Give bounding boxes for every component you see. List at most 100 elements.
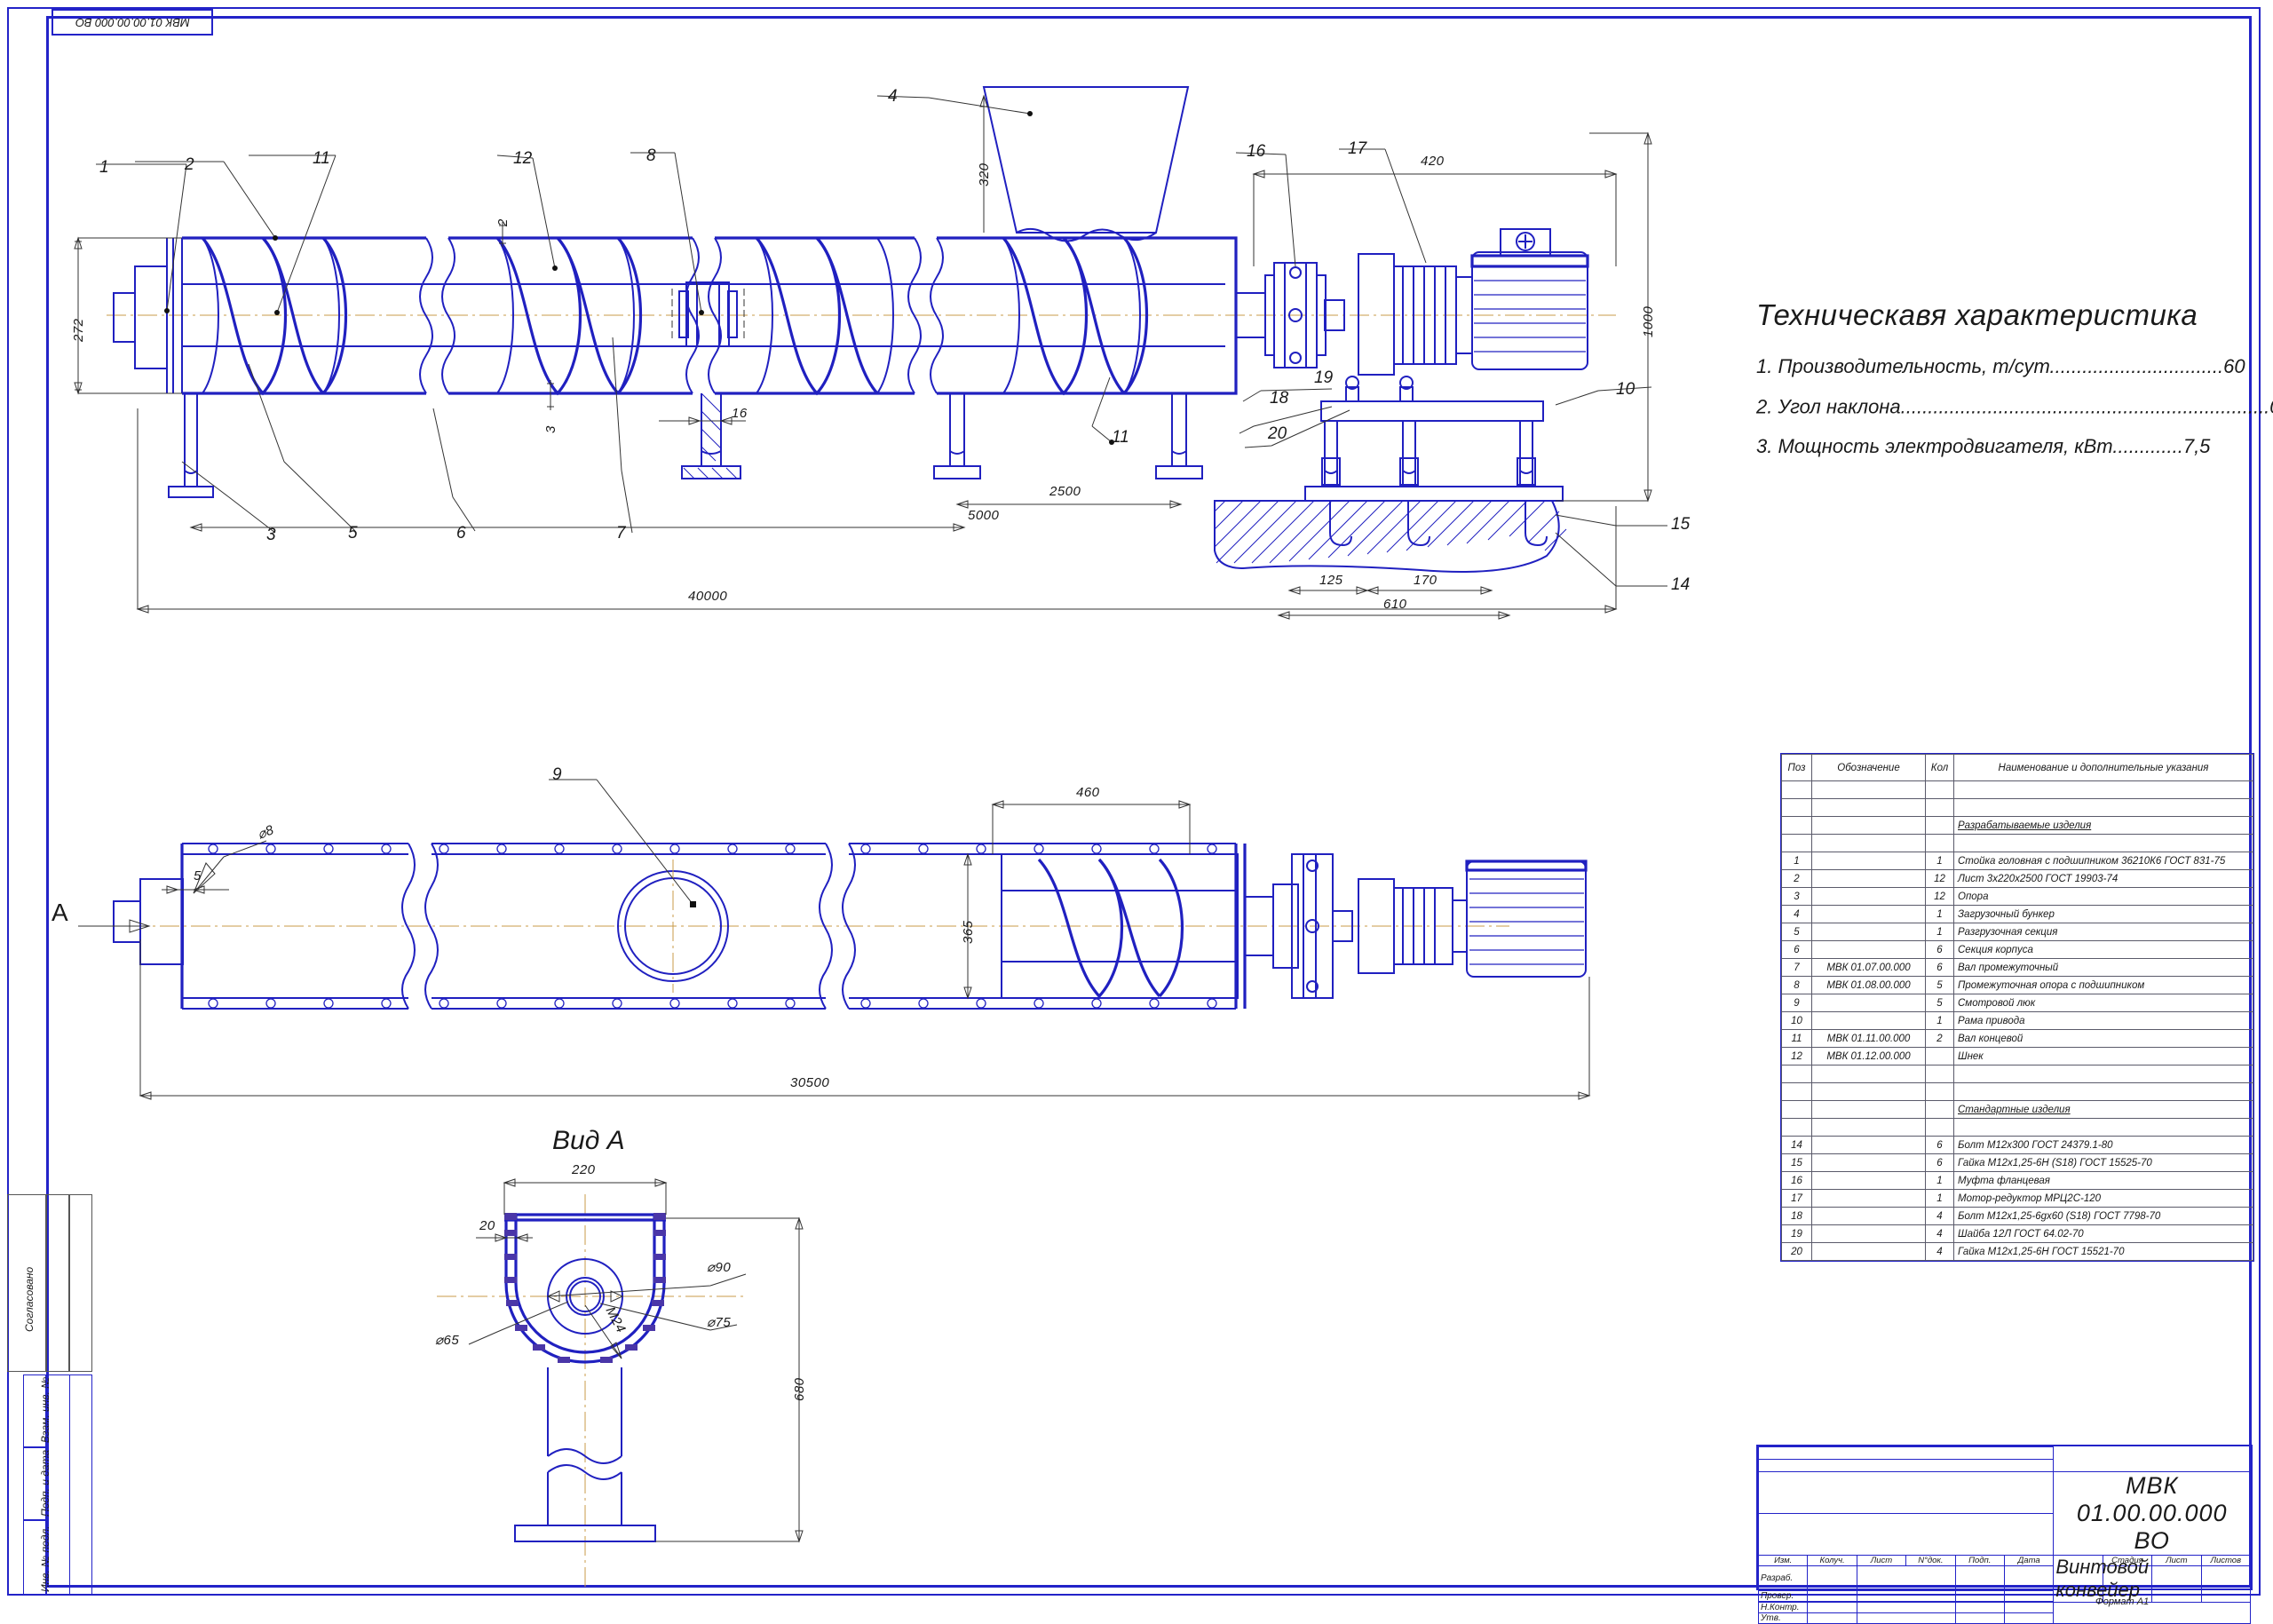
spec-cell-qty — [1925, 816, 1954, 835]
spec-cell-qty — [1925, 1065, 1954, 1083]
spec-header-pos: Поз — [1781, 754, 1812, 781]
spec-cell-pos — [1781, 1118, 1812, 1137]
tb-product-name: Винтовой конвейер — [2053, 1555, 2149, 1603]
tb-prover-sign[interactable] — [1856, 1590, 1956, 1602]
specification-table: Поз Обозначение Кол Наименование и допол… — [1780, 753, 2254, 1262]
spec-cell-designation — [1811, 1065, 1926, 1083]
tech-spec-title: Техническавя характеристика — [1756, 298, 2198, 331]
spec-table-row: 4 1 Загрузочный бункер — [1781, 905, 2253, 923]
spec-table-row: 20 4 Гайка М12х1,25-6Н ГОСТ 15521-70 — [1781, 1242, 2253, 1261]
spec-cell-qty: 12 — [1925, 869, 1954, 888]
tb-sheet-hdr: Лист — [2151, 1555, 2202, 1566]
spec-cell-pos: 17 — [1781, 1189, 1812, 1208]
tech-spec-1-dots: ................................ — [2049, 355, 2224, 377]
tech-spec-2-dots: ........................................… — [1900, 395, 2270, 418]
spec-cell-name: Разгрузочная секция — [1953, 923, 2253, 941]
spec-cell-pos: 4 — [1781, 905, 1812, 923]
tech-spec-3-value: 7,5 — [2182, 435, 2211, 458]
spec-cell-pos: 16 — [1781, 1171, 1812, 1190]
spec-cell-pos: 18 — [1781, 1207, 1812, 1225]
spec-cell-qty: 1 — [1925, 852, 1954, 870]
tb-razrab-date[interactable] — [2003, 1565, 2055, 1591]
spec-cell-name: Вал концевой — [1953, 1029, 2253, 1048]
spec-cell-pos — [1781, 1100, 1812, 1119]
spec-cell-pos: 9 — [1781, 994, 1812, 1012]
spec-cell-designation — [1811, 1118, 1926, 1137]
spec-cell-qty: 2 — [1925, 1029, 1954, 1048]
tb-nkontr-name[interactable] — [1807, 1602, 1857, 1613]
spec-cell-pos: 11 — [1781, 1029, 1812, 1048]
format-note: Формат А1 — [2095, 1596, 2150, 1607]
tb-utv-podp[interactable] — [1954, 1612, 2005, 1624]
spec-cell-designation: МВК 01.12.00.000 — [1811, 1047, 1926, 1066]
spec-cell-name: Болт М12х1,25-6gх60 (S18) ГОСТ 7798-70 — [1953, 1207, 2253, 1225]
tb-nkontr-sign[interactable] — [1856, 1602, 1956, 1613]
spec-cell-name: Промежуточная опора с подшипником — [1953, 976, 2253, 994]
tech-spec-row-3: 3. Мощность электродвигателя, кВт.......… — [1756, 435, 2253, 458]
tb-role-prover: Провер. — [1757, 1590, 1809, 1602]
spec-cell-designation: МВК 01.08.00.000 — [1811, 976, 1926, 994]
tech-spec-row-2: 2. Угол наклона.........................… — [1756, 395, 2273, 418]
spec-cell-designation — [1811, 1082, 1926, 1101]
spec-cell-qty: 5 — [1925, 994, 1954, 1012]
tb-rev-list: Лист — [1856, 1555, 1907, 1566]
tb-sheets-hdr: Листов — [2200, 1555, 2252, 1566]
spec-table-row: 2 12 Лист 3х220х2500 ГОСТ 19903-74 — [1781, 869, 2253, 888]
spec-cell-name — [1953, 834, 2253, 852]
spec-cell-name: Муфта фланцевая — [1953, 1171, 2253, 1190]
tb-prover-podp[interactable] — [1954, 1590, 2005, 1602]
spec-table-row: Разрабатываемые изделия — [1781, 816, 2253, 835]
tb-nkontr-podp[interactable] — [1954, 1602, 2005, 1613]
spec-cell-name — [1953, 1082, 2253, 1101]
tb-sheets-val — [2200, 1565, 2252, 1603]
tech-spec-row-1: 1. Производительность, т/сут............… — [1756, 355, 2253, 378]
dim-20: 20 — [479, 1218, 495, 1233]
spec-cell-qty: 12 — [1925, 887, 1954, 906]
tech-spec-block: Техническавя характеристика 1. Производи… — [1756, 298, 2273, 475]
spec-cell-designation — [1811, 869, 1926, 888]
spec-table-row — [1781, 1118, 2253, 1137]
spec-cell-qty — [1925, 798, 1954, 817]
spec-cell-qty: 1 — [1925, 1189, 1954, 1208]
tb-utv-date[interactable] — [2003, 1612, 2055, 1624]
tech-spec-2-name: Угол наклона — [1778, 395, 1901, 418]
spec-header-designation: Обозначение — [1811, 754, 1926, 781]
tb-razrab-sign[interactable] — [1856, 1565, 1956, 1591]
tb-razrab-podp[interactable] — [1954, 1565, 2005, 1591]
spec-cell-designation: МВК 01.11.00.000 — [1811, 1029, 1926, 1048]
tb-utv-name[interactable] — [1807, 1612, 1857, 1624]
tb-razrab-name[interactable] — [1807, 1565, 1857, 1591]
spec-table-row: Стандартные изделия — [1781, 1100, 2253, 1119]
spec-cell-qty: 1 — [1925, 905, 1954, 923]
spec-cell-name: Лист 3х220х2500 ГОСТ 19903-74 — [1953, 869, 2253, 888]
spec-table-row — [1781, 834, 2253, 852]
spec-cell-qty — [1925, 1118, 1954, 1137]
spec-cell-name: Опора — [1953, 887, 2253, 906]
spec-cell-pos — [1781, 1082, 1812, 1101]
spec-cell-designation — [1811, 834, 1926, 852]
spec-table-row: 19 4 Шайба 12Л ГОСТ 64.02-70 — [1781, 1224, 2253, 1243]
tech-spec-2-value: 0 — [2269, 395, 2273, 417]
spec-cell-designation — [1811, 1100, 1926, 1119]
tb-prover-date[interactable] — [2003, 1590, 2055, 1602]
spec-cell-designation — [1811, 1136, 1926, 1154]
tech-spec-3-no: 3. — [1756, 435, 1773, 458]
tb-nkontr-date[interactable] — [2003, 1602, 2055, 1613]
spec-cell-designation — [1811, 816, 1926, 835]
tb-sheet-val — [2151, 1565, 2202, 1603]
spec-table-row: 8 МВК 01.08.00.000 5 Промежуточная опора с … — [1781, 976, 2253, 994]
dim-diam90: ⌀90 — [707, 1260, 732, 1275]
spec-cell-designation — [1811, 1189, 1926, 1208]
title-block: МВК 01.00.00.000 ВО Изм. Колуч. Лист N°д… — [1756, 1445, 2253, 1624]
spec-cell-designation — [1811, 1011, 1926, 1030]
tech-spec-2-no: 2. — [1756, 395, 1773, 418]
spec-cell-pos: 6 — [1781, 940, 1812, 959]
spec-cell-pos: 7 — [1781, 958, 1812, 977]
spec-cell-name: Шайба 12Л ГОСТ 64.02-70 — [1953, 1224, 2253, 1243]
spec-cell-designation — [1811, 905, 1926, 923]
tb-utv-sign[interactable] — [1856, 1612, 1956, 1624]
dim-diam75: ⌀75 — [707, 1315, 732, 1330]
spec-cell-pos: 3 — [1781, 887, 1812, 906]
tb-prover-name[interactable] — [1807, 1590, 1857, 1602]
spec-cell-name: Мотор-редуктор МРЦ2С-120 — [1953, 1189, 2253, 1208]
